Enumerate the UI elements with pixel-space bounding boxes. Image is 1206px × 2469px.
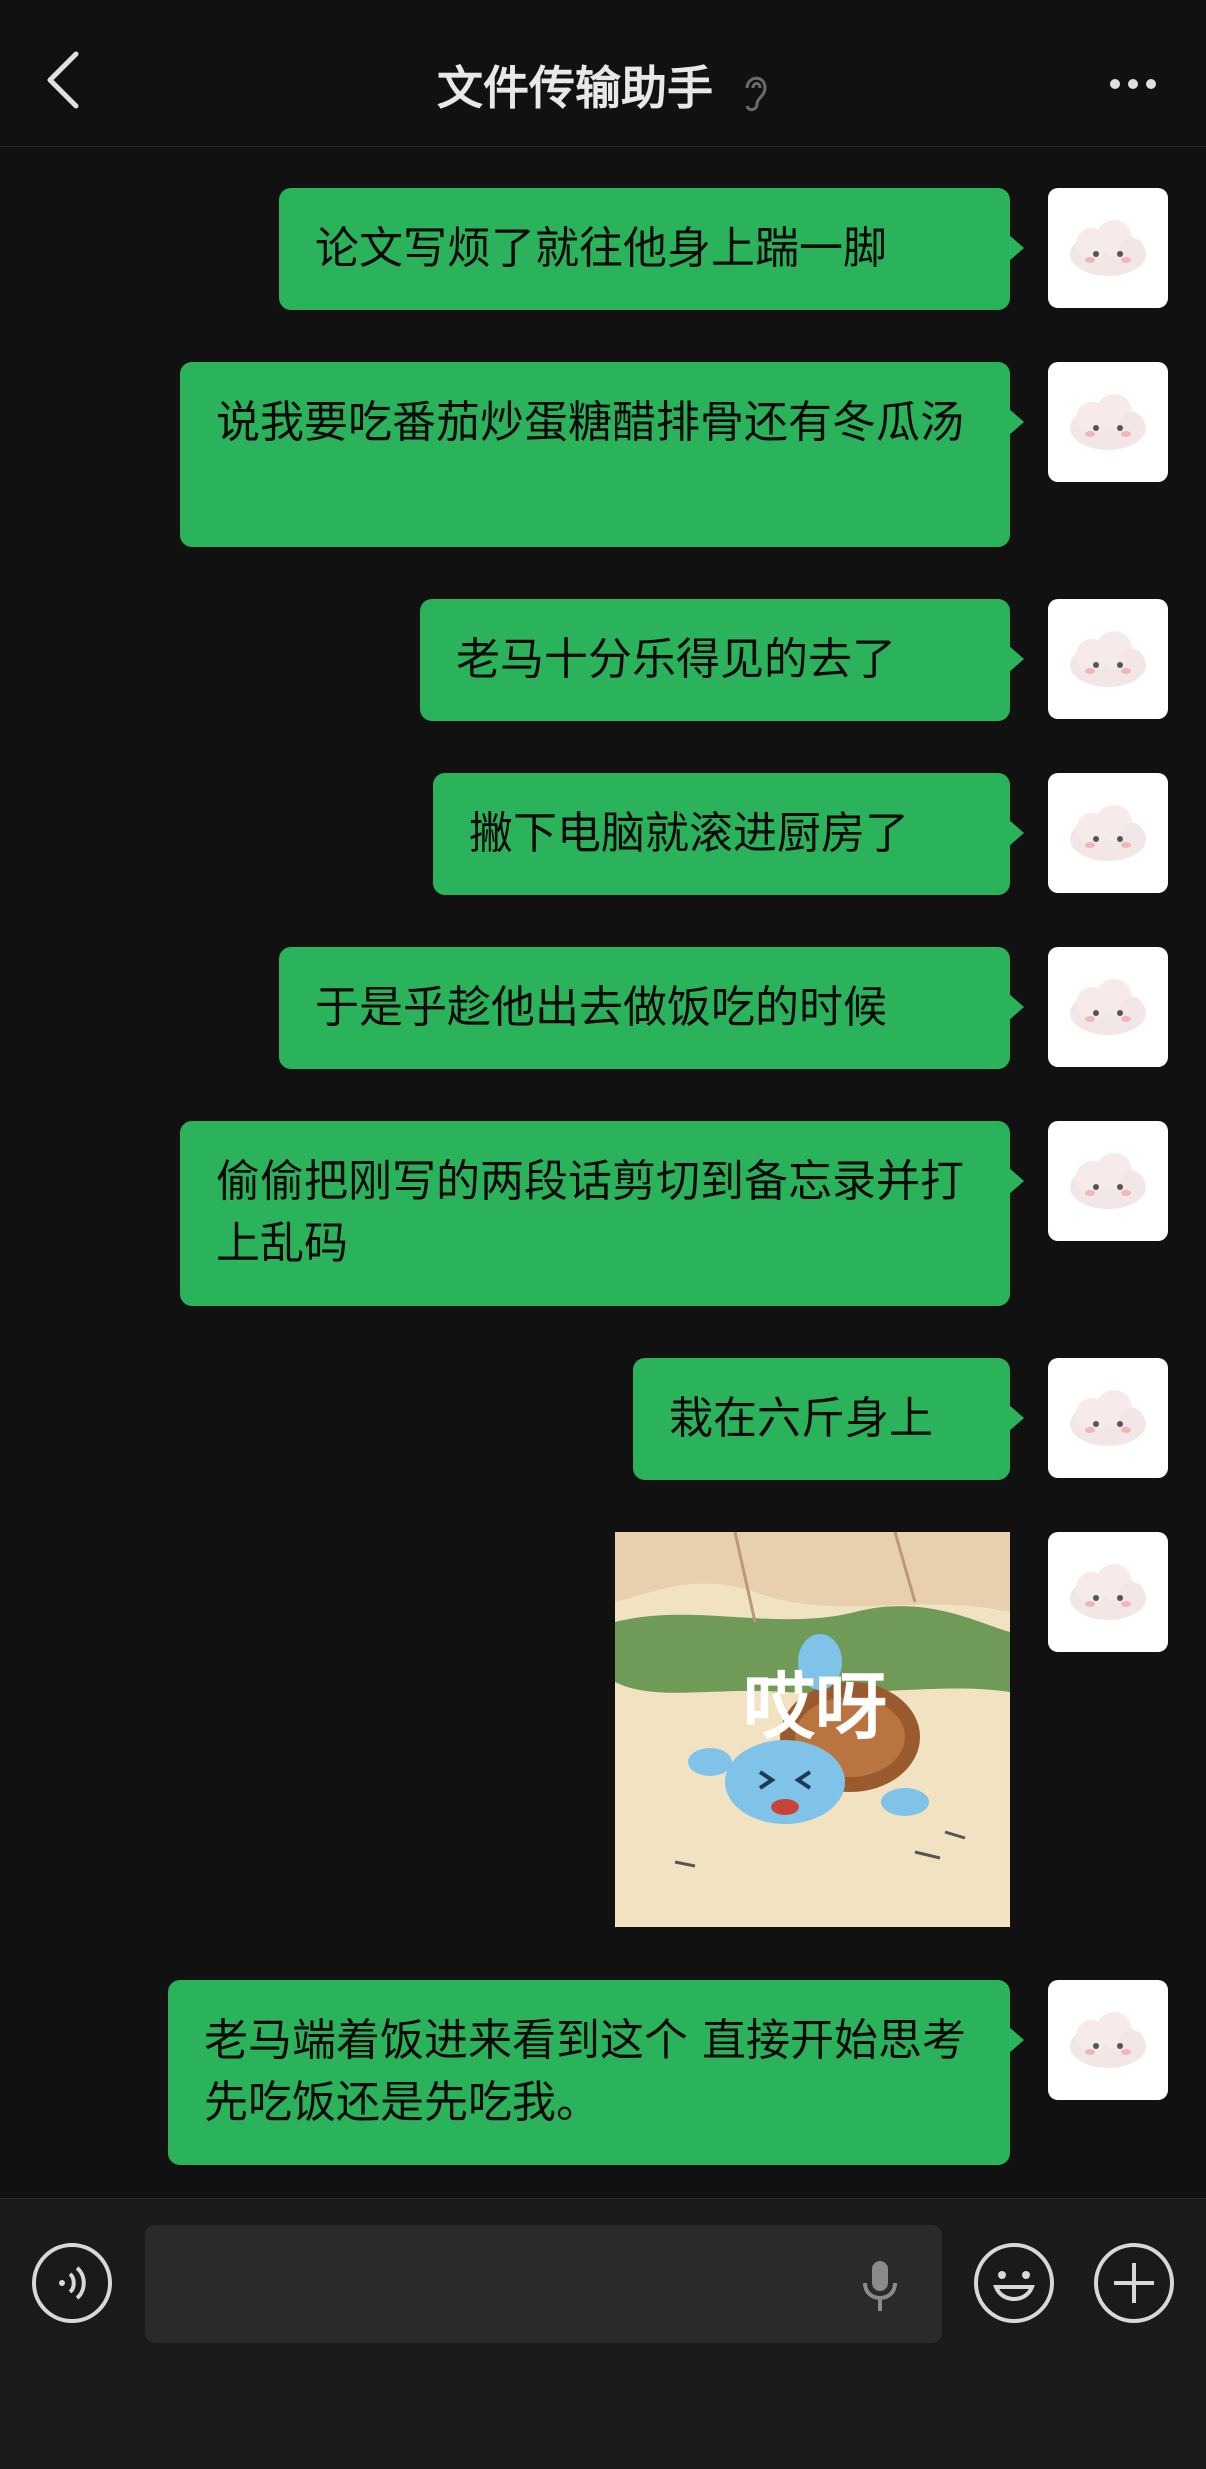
avatar[interactable] (1048, 1358, 1168, 1478)
chat-title: 文件传输助手 (436, 61, 713, 115)
voice-icon[interactable] (30, 2241, 114, 2325)
message-bubble[interactable]: 栽在六斤身上 (633, 1358, 1024, 1480)
mic-icon[interactable] (860, 2259, 900, 2313)
avatar[interactable] (1048, 947, 1168, 1067)
avatar[interactable] (1048, 188, 1168, 308)
message-input[interactable] (145, 2225, 942, 2343)
message-text: 论文写烦了就往他身上踹一脚 (315, 223, 887, 274)
avatar[interactable] (1048, 773, 1168, 893)
avatar[interactable] (1048, 1121, 1168, 1241)
sticker-image[interactable]: 哎呀 (615, 1532, 1010, 1927)
message-text: 偷偷把刚写的两段话剪切到备忘录并打上乱码 (216, 1156, 964, 1269)
avatar[interactable] (1048, 362, 1168, 482)
emoji-icon[interactable] (972, 2241, 1056, 2325)
avatar[interactable] (1048, 599, 1168, 719)
chat-title-wrap: 文件传输助手 (0, 52, 1206, 118)
avatar[interactable] (1048, 1980, 1168, 2100)
sticker-caption: 哎呀 (743, 1665, 887, 1749)
ear-icon (745, 76, 767, 111)
chat-header: 文件传输助手 (0, 0, 1206, 147)
avatar[interactable] (1048, 1532, 1168, 1652)
message-text: 于是乎趁他出去做饭吃的时候 (315, 982, 887, 1033)
input-bar (0, 2198, 1206, 2469)
message-bubble[interactable]: 老马端着饭进来看到这个 直接开始思考先吃饭还是先吃我。 (168, 1980, 1024, 2165)
message-text: 栽在六斤身上 (669, 1393, 933, 1444)
message-bubble[interactable]: 偷偷把刚写的两段话剪切到备忘录并打上乱码 (180, 1121, 1024, 1306)
message-bubble[interactable]: 撇下电脑就滚进厨房了 (433, 773, 1024, 895)
message-bubble[interactable]: 说我要吃番茄炒蛋糖醋排骨还有冬瓜汤 (180, 362, 1024, 547)
message-bubble[interactable]: 于是乎趁他出去做饭吃的时候 (279, 947, 1024, 1069)
more-icon[interactable] (1102, 74, 1156, 93)
message-bubble[interactable]: 老马十分乐得见的去了 (420, 599, 1024, 721)
message-text: 老马端着饭进来看到这个 直接开始思考先吃饭还是先吃我。 (204, 2015, 966, 2128)
plus-icon[interactable] (1092, 2241, 1176, 2325)
message-text: 说我要吃番茄炒蛋糖醋排骨还有冬瓜汤 (216, 397, 964, 448)
message-text: 撇下电脑就滚进厨房了 (469, 808, 909, 859)
message-bubble[interactable]: 论文写烦了就往他身上踹一脚 (279, 188, 1024, 310)
message-text: 老马十分乐得见的去了 (456, 634, 896, 685)
